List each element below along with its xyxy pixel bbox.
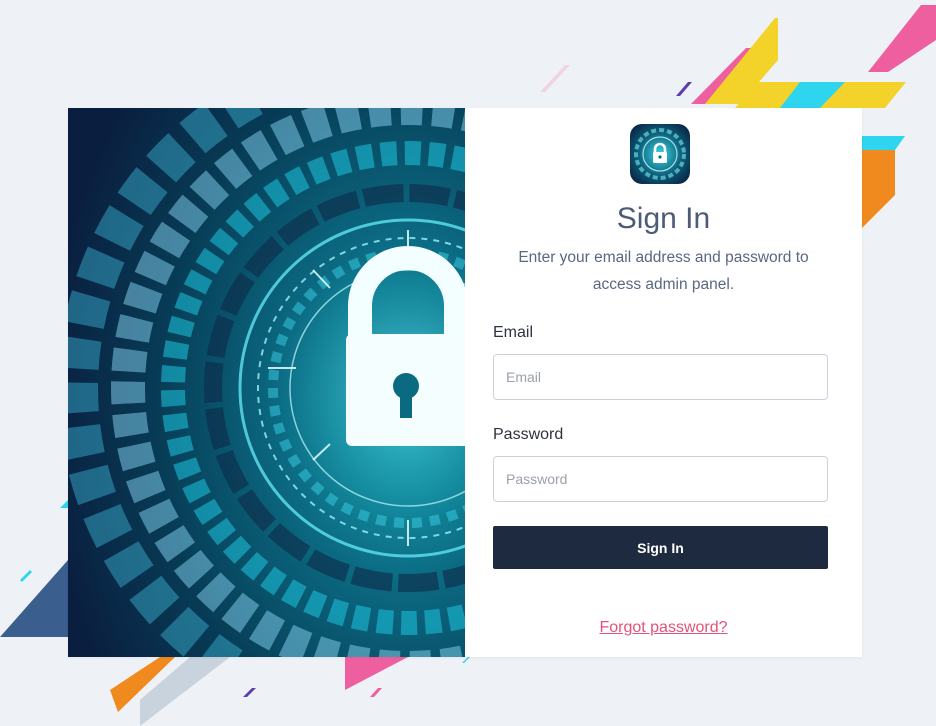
- hero-image: [68, 108, 465, 657]
- login-page: Sign In Enter your email address and pas…: [0, 0, 936, 726]
- signin-form: Sign In Enter your email address and pas…: [465, 108, 862, 657]
- signin-card: Sign In Enter your email address and pas…: [68, 108, 862, 657]
- padlock-cyber-icon: [68, 108, 465, 657]
- email-field[interactable]: [493, 354, 828, 400]
- page-subtitle: Enter your email address and password to…: [518, 249, 809, 293]
- email-label: Email: [493, 324, 534, 341]
- forgot-password-link[interactable]: Forgot password?: [465, 619, 862, 637]
- password-field[interactable]: [493, 456, 828, 502]
- page-title: Sign In: [616, 202, 711, 235]
- password-label: Password: [493, 426, 564, 443]
- logo: [630, 124, 690, 184]
- lock-icon: [630, 124, 690, 184]
- signin-button[interactable]: Sign In: [493, 526, 828, 569]
